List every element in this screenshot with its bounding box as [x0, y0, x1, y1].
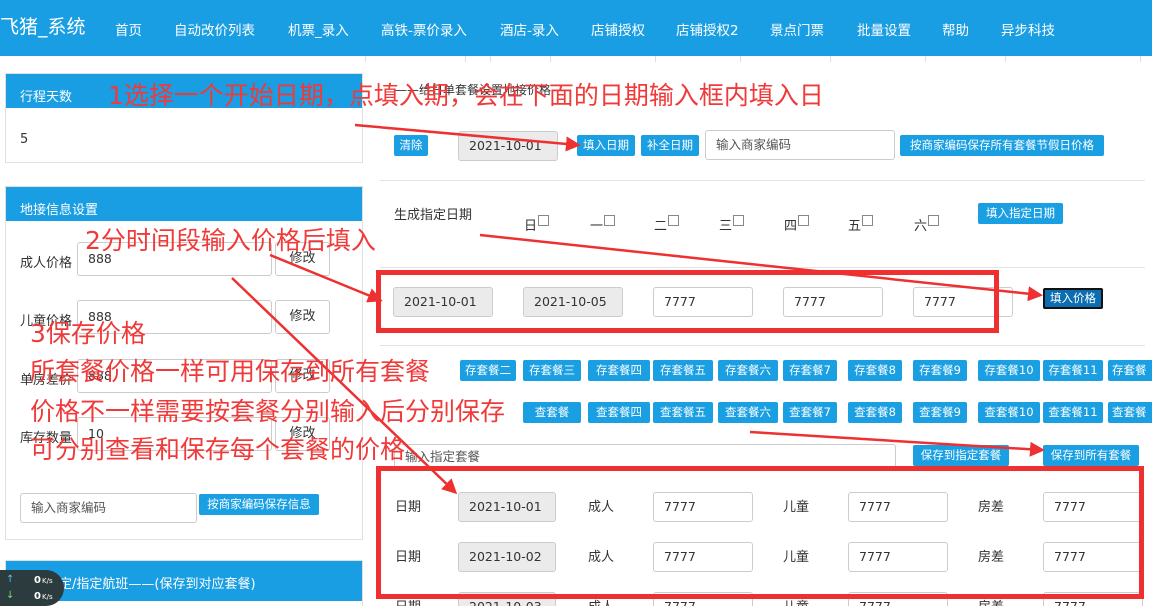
download-unit: K/s: [42, 593, 53, 601]
annotation-same-price: 所套餐价格一样可用保存到所有套餐: [30, 357, 431, 386]
arrow-to-fill-price: [479, 233, 1043, 302]
arrow-to-range: [269, 253, 383, 303]
arrow-to-fill-date: [354, 123, 581, 152]
annotation-different-price: 价格不一样需要按套餐分别输入后分别保存: [30, 397, 506, 426]
upload-speed: 0: [34, 575, 41, 586]
download-speed: 0: [34, 591, 41, 602]
annotation-view-save: 可分别查看和保存每个套餐的价格: [30, 435, 406, 464]
annotation-step2: 2分时间段输入价格后填入: [85, 226, 376, 255]
network-speed-widget: ↑ 0 K/s ↓ 0 K/s: [0, 570, 64, 606]
annotation-step3: 3保存价格: [30, 319, 146, 348]
download-arrow-icon: ↓: [6, 590, 15, 601]
annotation-step1: 1选择一个开始日期，点填入期，会在下面的日期输入框内填入日: [108, 81, 824, 110]
arrow-to-save-all: [749, 430, 1045, 457]
upload-arrow-icon: ↑: [6, 574, 15, 585]
upload-unit: K/s: [42, 577, 53, 585]
